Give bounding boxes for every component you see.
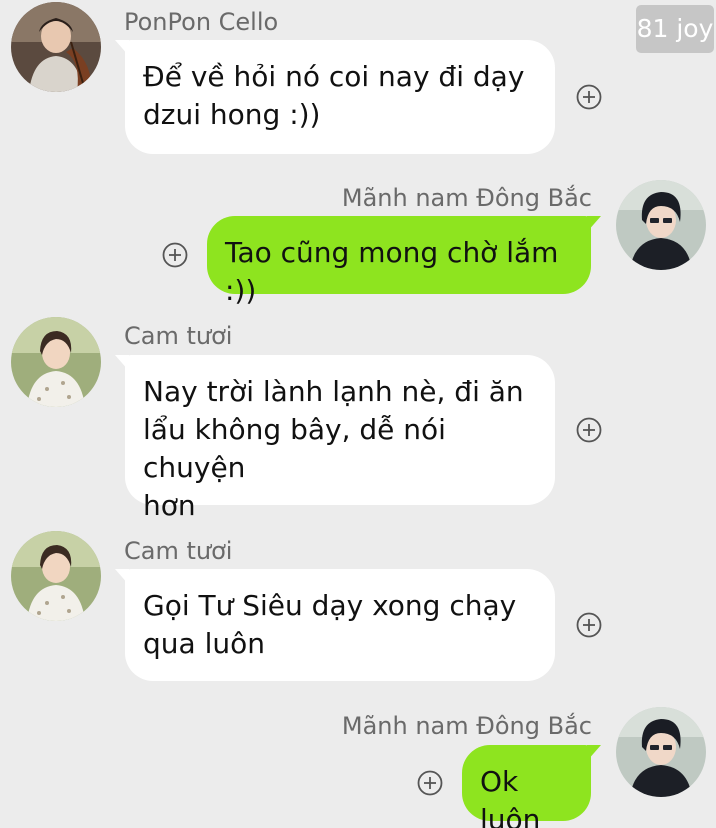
plus-circle-icon	[576, 84, 602, 110]
plus-circle-icon	[576, 417, 602, 443]
cello-player-avatar	[11, 2, 101, 92]
watermark: 81 joy	[636, 5, 714, 53]
avatar-manh-nam-dong-bac[interactable]	[616, 180, 706, 270]
add-reaction-button[interactable]	[576, 84, 602, 110]
sender-name: PonPon Cello	[124, 8, 279, 36]
avatar-ponpon-cello[interactable]	[11, 2, 101, 92]
message-bubble-incoming[interactable]: Để về hỏi nó coi nay đi dạy dzui hong :)…	[115, 40, 555, 154]
add-reaction-button[interactable]	[576, 417, 602, 443]
man-white-shirt-avatar	[11, 531, 101, 621]
plus-circle-icon	[576, 612, 602, 638]
avatar-manh-nam-dong-bac[interactable]	[616, 707, 706, 797]
message-text: Nay trời lành lạnh nè, đi ăn lẩu không b…	[143, 375, 524, 522]
sender-name: Mãnh nam Đông Bắc	[341, 184, 592, 212]
sender-name: Cam tươi	[124, 322, 233, 350]
man-white-shirt-avatar	[11, 317, 101, 407]
plus-circle-icon	[162, 242, 188, 268]
message-bubble-outgoing[interactable]: Tao cũng mong chờ lắm :))	[207, 216, 601, 307]
add-reaction-button[interactable]	[417, 770, 443, 796]
sender-name: Cam tươi	[124, 537, 233, 565]
plus-circle-icon	[417, 770, 443, 796]
sender-name: Mãnh nam Đông Bắc	[341, 712, 592, 740]
message-bubble-incoming[interactable]: Gọi Tư Siêu dạy xong chạy qua luôn	[115, 569, 555, 681]
message-text: Để về hỏi nó coi nay đi dạy dzui hong :)…	[143, 60, 525, 131]
man-dark-hair-avatar	[616, 707, 706, 797]
avatar-cam-tuoi[interactable]	[11, 317, 101, 407]
message-text: Tao cũng mong chờ lắm :))	[225, 236, 559, 307]
man-dark-hair-avatar	[616, 180, 706, 270]
message-bubble-outgoing[interactable]: Ok luôn	[462, 745, 601, 828]
message-bubble-incoming[interactable]: Nay trời lành lạnh nè, đi ăn lẩu không b…	[115, 355, 555, 522]
add-reaction-button[interactable]	[576, 612, 602, 638]
chat-screen: 81 joy PonPon Cello Để về hỏi nó coi nay…	[0, 0, 716, 828]
add-reaction-button[interactable]	[162, 242, 188, 268]
message-text: Gọi Tư Siêu dạy xong chạy qua luôn	[143, 589, 517, 660]
avatar-cam-tuoi[interactable]	[11, 531, 101, 621]
message-text: Ok luôn	[480, 765, 541, 828]
